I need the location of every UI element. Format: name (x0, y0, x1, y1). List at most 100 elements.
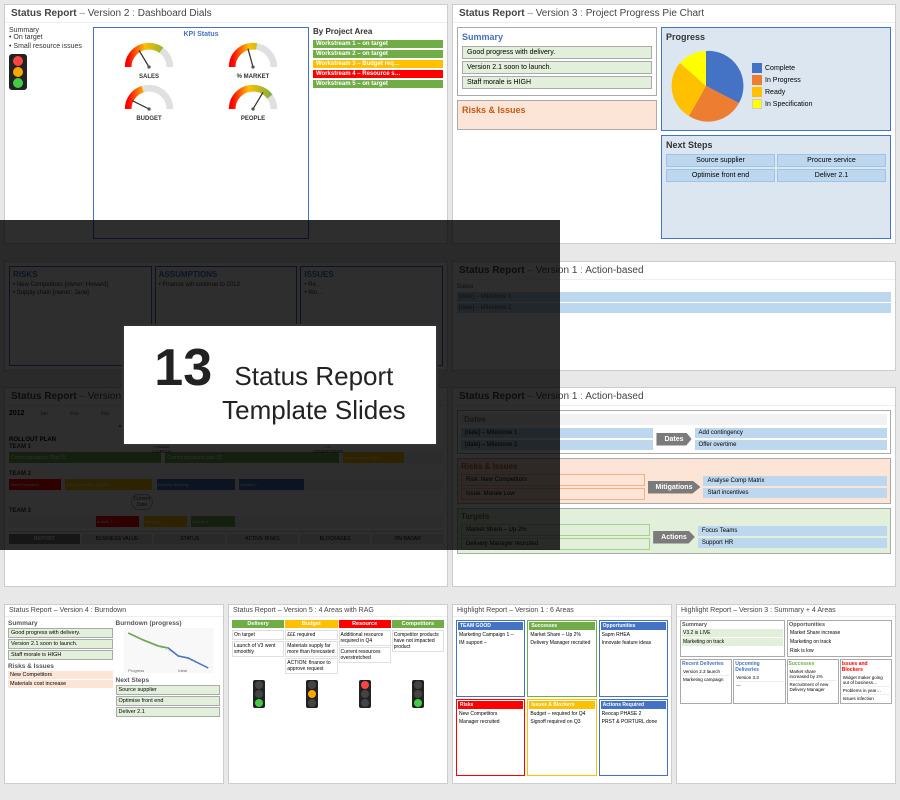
hl1-sec4-item1: Signoff required on Q3 (529, 718, 594, 726)
hl1-sec5-item0: Reocap PHASE 2 (601, 710, 666, 718)
rag-r1: Current resources overstretched (339, 647, 391, 663)
legend-complete: Complete (752, 63, 812, 73)
pie-wrapper: Complete In Progress Ready (666, 46, 886, 126)
hl3-col0-i1: Marketing campaign (682, 676, 730, 683)
rag-delivery-items: On target Launch of V3 went smoothly (232, 630, 284, 674)
ws5-label: Workstream 5 – on target (313, 80, 443, 88)
v3-left: Summary Good progress with delivery. Ver… (457, 27, 657, 239)
hl1-sec0-title: TEAM GOOD (458, 622, 523, 630)
rag-resource-items: Additional resource required in Q4 Curre… (339, 630, 391, 674)
v2-content: Summary • On target • Small resource iss… (5, 23, 447, 243)
ws2-label: Workstream 2 – on target (313, 50, 443, 58)
v4-nextsteps-title: Next Steps (116, 677, 221, 684)
hl1-sec5: Actions Required Reocap PHASE 2 PRST & P… (599, 699, 668, 776)
mitigations-arrow: Mitigations (648, 481, 701, 494)
hl3-opp0: Market Share increase (789, 629, 890, 637)
progress-box: Progress (661, 27, 891, 131)
v3-risks-placeholder (462, 119, 652, 125)
v4-left-col: Summary Good progress with delivery. Ver… (8, 620, 113, 718)
mitigation-1: Start incentives (703, 488, 887, 498)
hl3-col3: Issues and Blockers Widget maker going o… (840, 659, 892, 704)
hl1-sec5-item1: PRST & PORTURL done (601, 718, 666, 726)
ws-bar-3: Workstream 3 – Budget req… (313, 60, 443, 68)
dial-people: PEOPLE (228, 84, 278, 122)
v3-risks-title: Risks & Issues (462, 105, 652, 115)
hl3-col3-title: Issues and Blockers (842, 661, 890, 673)
hl3-col2: Successes Market share increased by 2% R… (787, 659, 839, 704)
hl3-sum0: V3.2 is LIVE (682, 629, 783, 637)
hl3-col1-i1: — (735, 682, 783, 689)
summary-heading: Summary (9, 27, 89, 34)
rag-delivery-header: Delivery (232, 620, 284, 628)
hl3-cols: Recent Deliveries Version 2.3 launch Mar… (680, 659, 892, 704)
v4-summary-title: Summary (8, 620, 113, 627)
hl3-col0: Recent Deliveries Version 2.3 launch Mar… (680, 659, 732, 704)
hl3-summary: Summary V3.2 is LIVE Marketing on track (680, 620, 785, 657)
hl1-grid: TEAM GOOD Marketing Campaign 1 – IM supp… (456, 620, 668, 776)
hl3-col2-i0: Market share increased by 2% (789, 668, 837, 681)
hl1-sec5-title: Actions Required (601, 701, 666, 709)
svg-text:Ideal: Ideal (178, 668, 187, 673)
safeguard-0: Add contingency (695, 428, 887, 438)
v3-right: Progress (661, 27, 891, 239)
pie-chart (666, 46, 746, 126)
legend-color-inspec (752, 99, 762, 109)
v4-risk-0: New Competitors (8, 671, 113, 679)
market-gauge (228, 42, 278, 72)
v4-risk-1: Materials cost increase (8, 680, 113, 688)
dial-market-label: % MARKET (237, 74, 270, 80)
summary-item-1: • On target (9, 34, 89, 41)
slide-v4-small: Status Report – Version 4 : Burndown Sum… (4, 604, 224, 784)
hl3-col1-title: Upcoming Deliveries (735, 661, 783, 673)
rag-d0: On target (232, 630, 284, 640)
v4-next-steps: Next Steps Source supplier Optimise fron… (116, 677, 221, 717)
hl3-col1-i0: Version 3.3 (735, 674, 783, 682)
rag-budget-header: Budget (285, 620, 337, 628)
slide-hl3-small: Highlight Report – Version 3 : Summary +… (676, 604, 896, 784)
tl-red (13, 56, 23, 66)
ns-item-1: Procure service (777, 154, 886, 167)
rag-b2: ACTION: finance to approve request (285, 658, 337, 674)
ws-bar-1: Workstream 1 – on target (313, 40, 443, 48)
hl1-small-title: Highlight Report – Version 1 : 6 Areas (453, 605, 671, 617)
promo-content: 13 Status Report Template Slides (154, 342, 405, 428)
hl1-sec1-title: Successes (529, 622, 594, 630)
hl3-opps-title: Opportunities (789, 622, 890, 628)
hl1-sec4-title: Issues & Blockers (529, 701, 594, 709)
hl3-opp1: Marketing on track (789, 638, 890, 646)
v5-content: Delivery Budget Resource Competitors On … (229, 617, 447, 779)
legend-color-complete (752, 63, 762, 73)
actions-right: Focus Teams Support HR (698, 526, 887, 548)
rag-content: On target Launch of V3 went smoothly £££… (232, 630, 444, 674)
dial-budget: BUDGET (124, 84, 174, 122)
hl3-top-row: Summary V3.2 is LIVE Marketing on track … (680, 620, 892, 657)
safeguards-right: Add contingency Offer overtime (695, 428, 887, 450)
ws-bar-4: Workstream 4 – Resource s… (313, 70, 443, 78)
ns-grid: Source supplier Procure service Optimise… (666, 154, 886, 182)
ns-item-3: Deliver 2.1 (777, 169, 886, 182)
v3-summary-box: Summary Good progress with delivery. Ver… (457, 27, 657, 96)
tl-delivery (253, 680, 265, 708)
v4-summary-2: Staff morale is HIGH (8, 650, 113, 660)
legend-inprogress: In Progress (752, 75, 812, 85)
traffic-light (9, 54, 27, 90)
svg-text:Progress: Progress (128, 668, 144, 673)
legend-inspec: In Specification (752, 99, 812, 109)
hl1-sec0-item0: Marketing Campaign 1 – (458, 631, 523, 639)
tl-resource (359, 680, 371, 708)
dial-budget-label: BUDGET (136, 116, 161, 122)
v2-summary: Summary • On target • Small resource iss… (9, 27, 89, 239)
hl1-sec0: TEAM GOOD Marketing Campaign 1 – IM supp… (456, 620, 525, 697)
v2-by-project: By Project Area Workstream 1 – on target… (313, 27, 443, 239)
hl3-col3-i2: Issues infection (842, 695, 890, 702)
action-0: Focus Teams (698, 526, 887, 536)
hl3-summary-title: Summary (682, 622, 783, 628)
hl1-sec2: Opportunities Sapm RHEA Innovate feature… (599, 620, 668, 697)
v3-summary-title: Summary (462, 32, 652, 42)
hl1-sec3-title: Risks (458, 701, 523, 709)
safeguard-1: Offer overtime (695, 440, 887, 450)
hl1-sec4-item0: Budget – required for Q4 (529, 710, 594, 718)
hl3-col0-title: Recent Deliveries (682, 661, 730, 667)
people-gauge (228, 84, 278, 114)
hl3-sum1: Marketing on track (682, 638, 783, 646)
